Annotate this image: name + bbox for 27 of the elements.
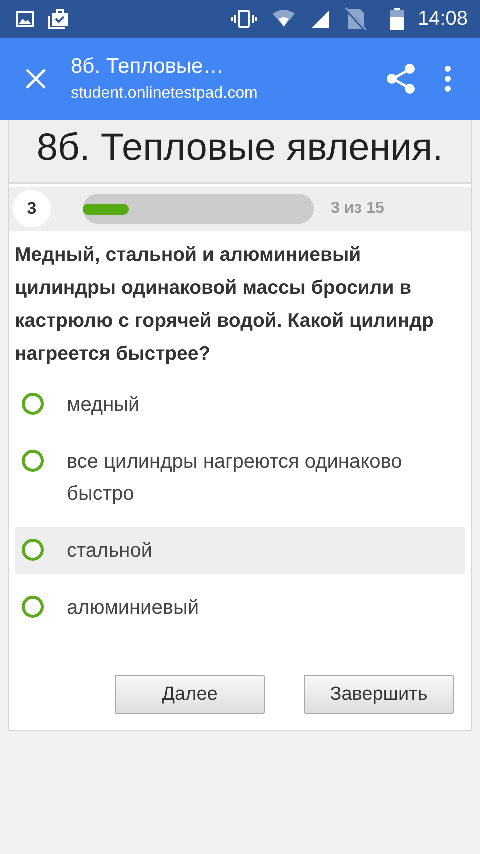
radio-button[interactable] bbox=[22, 539, 44, 561]
question-counter: 3 из 15 bbox=[331, 200, 384, 218]
radio-button[interactable] bbox=[22, 393, 44, 415]
answer-option[interactable]: стальной bbox=[15, 527, 465, 574]
no-sim-icon bbox=[344, 7, 368, 31]
question-number: 3 bbox=[13, 190, 51, 228]
battery-icon bbox=[390, 8, 404, 30]
image-icon bbox=[16, 11, 34, 27]
finish-button[interactable]: Завершить bbox=[304, 675, 454, 714]
more-options-button[interactable] bbox=[444, 66, 452, 92]
page-title: 8б. Тепловые… bbox=[71, 55, 226, 79]
signal-icon bbox=[310, 9, 330, 29]
answer-option[interactable]: медный bbox=[15, 381, 465, 428]
test-title: 8б. Тепловые явления. bbox=[36, 126, 444, 170]
answer-option[interactable]: алюминиевый bbox=[15, 584, 465, 631]
clock-time: 14:08 bbox=[418, 8, 468, 30]
radio-button[interactable] bbox=[22, 450, 44, 472]
vibrate-icon bbox=[230, 9, 258, 29]
radio-button[interactable] bbox=[22, 596, 44, 618]
answer-option[interactable]: все цилиндры нагреются одинаково быстро bbox=[15, 438, 465, 517]
page-url: student.onlinetestpad.com bbox=[71, 85, 259, 103]
question-text: Медный, стальной и алюминиевый цилиндры одинаковой массы бросили в кастрюлю с горячей водой. Какой цилиндр нагреется быстрее? bbox=[15, 243, 435, 367]
clipboard-check-icon bbox=[48, 9, 70, 29]
wifi-icon bbox=[272, 10, 296, 28]
next-button[interactable]: Далее bbox=[115, 675, 265, 714]
close-button[interactable] bbox=[25, 68, 47, 90]
share-button[interactable] bbox=[386, 63, 416, 95]
